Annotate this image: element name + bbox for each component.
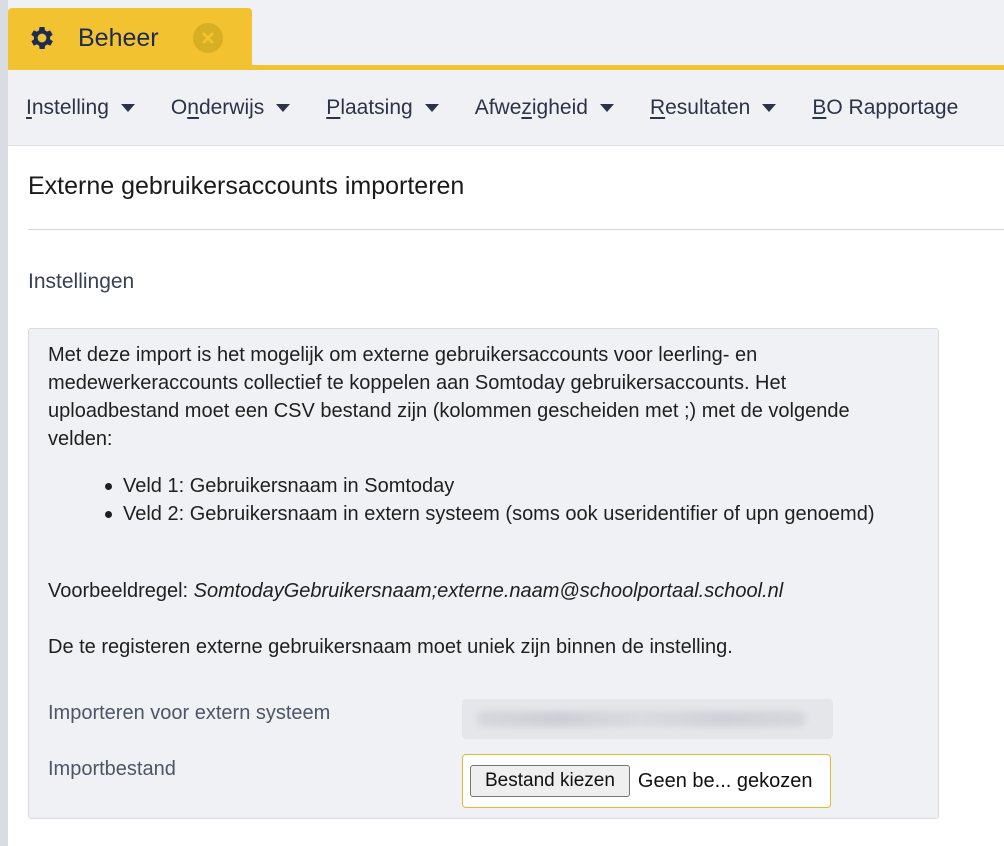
tab-strip: Beheer — [8, 0, 1004, 70]
menu-label: Onderwijs — [170, 95, 265, 119]
menu-label: Plaatsing — [326, 95, 413, 119]
caret-down-icon — [276, 103, 291, 112]
system-select[interactable] — [462, 699, 833, 739]
menu-bo-rapportage[interactable]: BO Rapportage — [812, 96, 958, 120]
caret-down-icon — [762, 103, 777, 112]
import-panel: Met deze import is het mogelijk om exter… — [28, 328, 939, 819]
tab-beheer[interactable]: Beheer — [8, 8, 252, 68]
example-value: SomtodayGebruikersnaam;externe.naam@scho… — [193, 580, 784, 602]
file-input[interactable]: Bestand kiezen Geen be... gekozen — [462, 754, 831, 808]
page-title: Externe gebruikersaccounts importeren — [28, 172, 465, 200]
section-title: Instellingen — [28, 270, 135, 293]
uniqueness-note: De te registeren externe gebruikersnaam … — [48, 636, 733, 658]
caret-down-icon — [599, 103, 614, 112]
menu-afwezigheid[interactable]: Afwezigheid — [475, 96, 614, 120]
file-label: Importbestand — [48, 758, 176, 780]
bullet — [105, 483, 112, 490]
menu-onderwijs[interactable]: Onderwijs — [170, 95, 291, 120]
list-item: Veld 1: Gebruikersnaam in Somtoday — [105, 472, 903, 500]
menu-resultaten[interactable]: Resultaten — [649, 95, 777, 120]
system-label: Importeren voor extern systeem — [48, 702, 331, 724]
close-icon[interactable] — [192, 23, 223, 53]
menu-label: Afwezigheid — [474, 95, 588, 119]
menu-label: Instelling — [26, 95, 109, 119]
left-rail — [0, 0, 8, 846]
redacted-value — [476, 711, 806, 727]
tab-title: Beheer — [78, 23, 159, 52]
choose-file-button[interactable]: Bestand kiezen — [470, 765, 630, 797]
menu-plaatsing[interactable]: Plaatsing — [326, 95, 439, 120]
menu-label: Resultaten — [649, 95, 751, 119]
divider — [28, 229, 1004, 230]
bullet — [105, 511, 112, 518]
caret-down-icon — [424, 103, 439, 112]
intro-text: Met deze import is het mogelijk om exter… — [48, 344, 850, 450]
menu-label: BO Rapportage — [812, 95, 959, 119]
main-menu: Instelling Onderwijs Plaatsing Afwezighe… — [8, 70, 1004, 146]
file-status: Geen be... gekozen — [637, 769, 813, 792]
list-item: Veld 2: Gebruikersnaam in extern systeem… — [105, 500, 903, 528]
gear-icon — [26, 22, 58, 54]
field-list: Veld 1: Gebruikersnaam in Somtoday Veld … — [105, 472, 903, 528]
caret-down-icon — [120, 103, 135, 112]
example-line: Voorbeeldregel: SomtodayGebruikersnaam;e… — [48, 580, 784, 602]
menu-instelling[interactable]: Instelling — [26, 96, 135, 120]
